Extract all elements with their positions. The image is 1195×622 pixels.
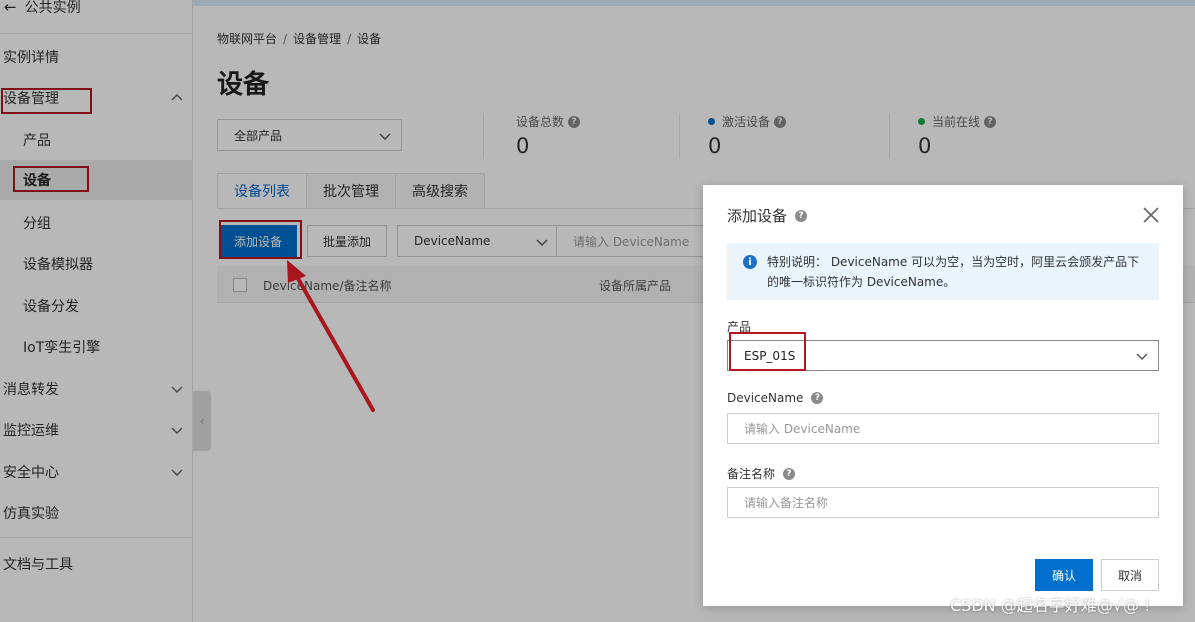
remark-label-text: 备注名称: [727, 467, 776, 481]
confirm-button[interactable]: 确认: [1035, 559, 1093, 591]
product-label-text: 产品: [727, 320, 752, 334]
close-icon[interactable]: [1141, 205, 1161, 225]
devicename-field-label: DeviceName ?: [727, 391, 824, 405]
dialog-title: 添加设备 ?: [727, 205, 808, 226]
dialog-title-text: 添加设备: [727, 207, 788, 225]
product-select-value: ESP_01S: [744, 348, 796, 363]
help-icon[interactable]: ?: [811, 392, 824, 404]
info-notice: i 特别说明： DeviceName 可以为空，当为空时，阿里云会颁发产品下的唯…: [727, 243, 1159, 300]
devicename-input[interactable]: 请输入 DeviceName: [727, 413, 1159, 444]
product-field-label: 产品: [727, 318, 751, 335]
cancel-button[interactable]: 取消: [1101, 559, 1159, 591]
help-icon[interactable]: ?: [783, 467, 796, 480]
remark-input[interactable]: 请输入备注名称: [727, 487, 1159, 518]
add-device-dialog: 添加设备 ? i 特别说明： DeviceName 可以为空，当为空时，阿里云会…: [703, 185, 1183, 606]
watermark: CSDN @起名字好难@√@ !: [950, 596, 1151, 615]
help-icon[interactable]: ?: [795, 209, 808, 222]
devicename-label-text: DeviceName: [727, 391, 804, 405]
remark-field-label: 备注名称 ?: [727, 465, 796, 482]
info-icon: i: [743, 255, 757, 269]
product-select[interactable]: ESP_01S: [727, 340, 1159, 371]
notice-text: 特别说明： DeviceName 可以为空，当为空时，阿里云会颁发产品下的唯一标…: [767, 255, 1140, 289]
chevron-down-icon: [1136, 353, 1148, 360]
